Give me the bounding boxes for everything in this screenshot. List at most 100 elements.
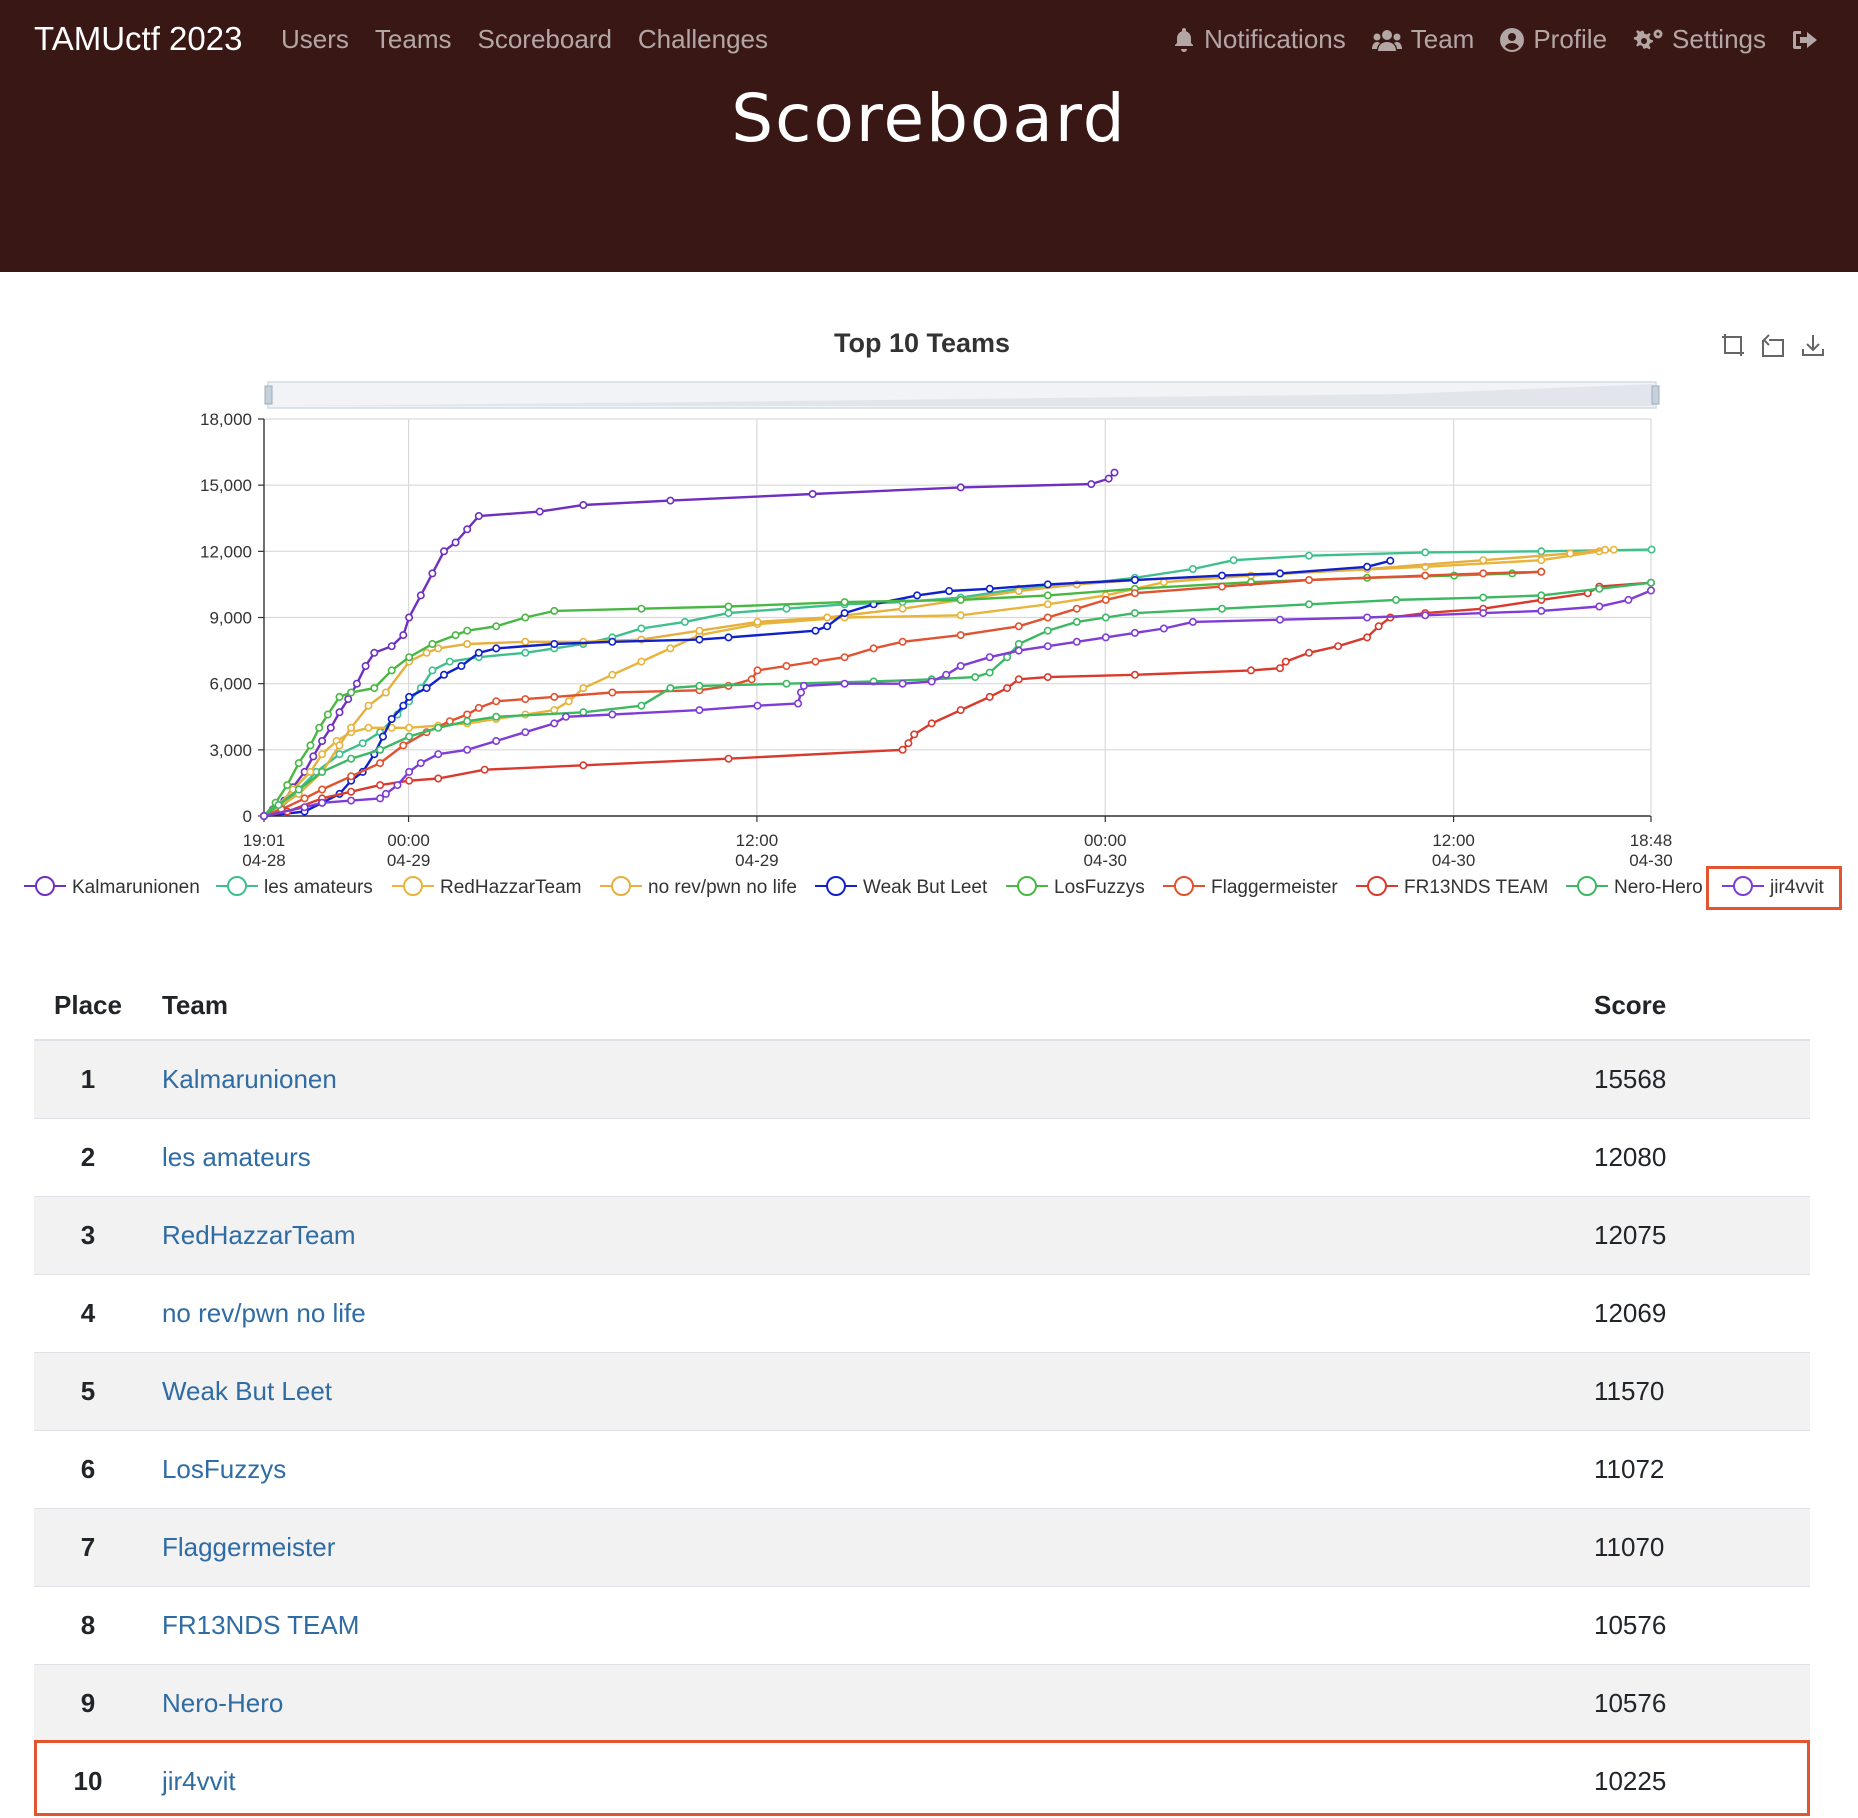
data-point xyxy=(1392,595,1401,604)
team-link[interactable]: LosFuzzys xyxy=(162,1454,286,1484)
data-point xyxy=(794,699,803,708)
data-point xyxy=(1110,468,1119,477)
data-point xyxy=(1276,664,1285,673)
data-point xyxy=(370,684,379,693)
team-link[interactable]: jir4vvit xyxy=(162,1766,236,1796)
row-score: 11072 xyxy=(1574,1429,1810,1508)
data-point xyxy=(294,785,303,794)
team-link[interactable]: Weak But Leet xyxy=(162,1376,332,1406)
data-point xyxy=(318,785,327,794)
data-point xyxy=(1188,564,1197,573)
team-link[interactable]: Nero-Hero xyxy=(162,1688,283,1718)
header-banner: TAMUctf 2023 Users Teams Scoreboard Chal… xyxy=(0,0,1858,272)
users-icon xyxy=(1371,29,1402,51)
x-tick-label: 04-28 xyxy=(242,851,285,870)
data-point xyxy=(381,789,390,798)
row-place: 8 xyxy=(34,1585,142,1664)
y-tick-label: 6,000 xyxy=(209,675,252,694)
data-point xyxy=(434,750,443,759)
data-point xyxy=(1014,622,1023,631)
data-point xyxy=(1072,617,1081,626)
zoom-icon[interactable] xyxy=(1720,332,1746,358)
data-point xyxy=(840,679,849,688)
data-point xyxy=(579,761,588,770)
y-tick-label: 9,000 xyxy=(209,609,252,628)
data-point xyxy=(1159,624,1168,633)
nav-settings[interactable]: Settings xyxy=(1633,24,1766,55)
data-point xyxy=(492,712,501,721)
table-row: 2 les amateurs 12080 xyxy=(34,1117,1810,1196)
team-link[interactable]: RedHazzarTeam xyxy=(162,1220,356,1250)
team-link[interactable]: Flaggermeister xyxy=(162,1532,335,1562)
data-point xyxy=(1043,591,1052,600)
nav-settings-label: Settings xyxy=(1672,24,1766,54)
data-point xyxy=(1479,569,1488,578)
team-link[interactable]: no rev/pwn no life xyxy=(162,1298,366,1328)
zoom-reset-icon[interactable] xyxy=(1760,332,1786,358)
data-point xyxy=(1281,657,1290,666)
brand-logo[interactable]: TAMUctf 2023 xyxy=(34,20,242,58)
x-tick-label: 12:00 xyxy=(736,831,779,850)
data-point xyxy=(457,661,466,670)
data-point xyxy=(579,684,588,693)
team-link[interactable]: Kalmarunionen xyxy=(162,1064,337,1094)
row-place: 1 xyxy=(34,1039,142,1118)
data-point xyxy=(579,501,588,510)
nav-teams[interactable]: Teams xyxy=(375,24,452,55)
data-point xyxy=(405,613,414,622)
nav-team[interactable]: Team xyxy=(1371,24,1474,55)
data-point xyxy=(318,750,327,759)
data-point xyxy=(300,803,309,812)
data-point xyxy=(347,787,356,796)
legend-marker xyxy=(1367,876,1387,896)
data-point xyxy=(898,679,907,688)
data-point xyxy=(347,772,356,781)
data-point xyxy=(753,617,762,626)
data-point xyxy=(347,754,356,763)
data-point xyxy=(474,512,483,521)
nav-profile[interactable]: Profile xyxy=(1500,24,1607,55)
data-point xyxy=(1363,633,1372,642)
nav-notifications[interactable]: Notifications xyxy=(1173,24,1346,55)
data-point xyxy=(840,598,849,607)
row-score: 12069 xyxy=(1574,1273,1810,1352)
data-point xyxy=(434,774,443,783)
data-point xyxy=(1043,600,1052,609)
data-point xyxy=(463,745,472,754)
data-point xyxy=(492,644,501,653)
data-point xyxy=(1130,575,1139,584)
nav-challenges[interactable]: Challenges xyxy=(638,24,768,55)
data-point xyxy=(956,595,965,604)
nav-logout[interactable] xyxy=(1792,29,1818,51)
table-header-row: Place Team Score xyxy=(34,972,1810,1041)
nav-scoreboard[interactable]: Scoreboard xyxy=(477,24,611,55)
data-point xyxy=(492,697,501,706)
data-point xyxy=(898,604,907,613)
data-point xyxy=(399,701,408,710)
row-place: 5 xyxy=(34,1351,142,1430)
team-link[interactable]: FR13NDS TEAM xyxy=(162,1610,359,1640)
data-point xyxy=(361,661,370,670)
row-score: 10576 xyxy=(1574,1585,1810,1664)
data-point xyxy=(637,604,646,613)
data-point xyxy=(347,796,356,805)
data-point xyxy=(753,701,762,710)
data-point xyxy=(608,637,617,646)
data-point xyxy=(1601,545,1610,554)
data-point xyxy=(283,781,292,790)
table-row: 8 FR13NDS TEAM 10576 xyxy=(34,1585,1810,1664)
data-point xyxy=(1043,642,1052,651)
legend-marker xyxy=(35,876,55,896)
x-tick-label: 00:00 xyxy=(387,831,430,850)
data-point xyxy=(405,776,414,785)
download-icon[interactable] xyxy=(1800,332,1826,358)
data-point xyxy=(405,653,414,662)
nav-users[interactable]: Users xyxy=(281,24,349,55)
team-link[interactable]: les amateurs xyxy=(162,1142,311,1172)
data-point xyxy=(306,767,315,776)
data-point xyxy=(550,606,559,615)
data-point xyxy=(1386,556,1395,565)
data-point xyxy=(1188,617,1197,626)
data-point xyxy=(300,794,309,803)
data-point xyxy=(1595,602,1604,611)
